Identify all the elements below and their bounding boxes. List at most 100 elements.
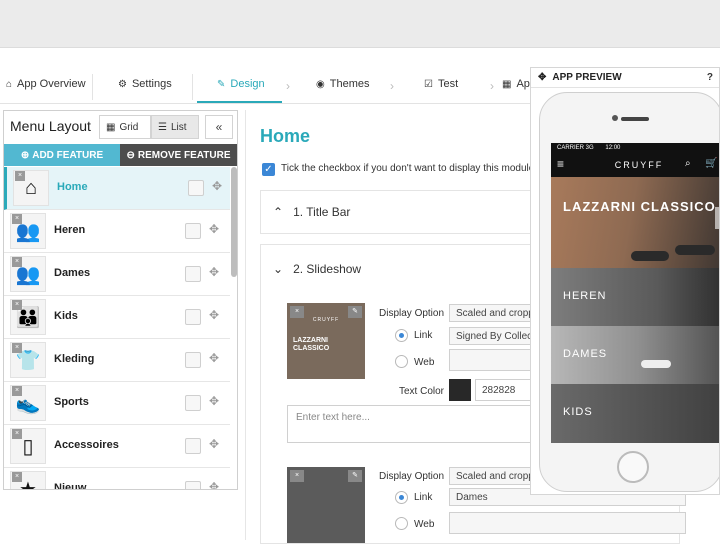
move-icon[interactable]: ✥ [538, 72, 546, 83]
link-label: Link [414, 492, 433, 503]
hide-checkbox[interactable] [185, 352, 201, 368]
tab-divider [192, 74, 193, 100]
delete-icon[interactable]: × [12, 257, 22, 267]
delete-icon[interactable]: × [12, 300, 22, 310]
search-icon[interactable]: ⌕ [685, 158, 691, 169]
list-item[interactable]: ▯ × Accessoires ✥ [4, 425, 230, 468]
hide-checkbox[interactable] [185, 438, 201, 454]
item-label: Nieuw [54, 482, 87, 490]
delete-icon[interactable]: × [12, 429, 22, 439]
banner-heren[interactable]: HEREN [551, 268, 719, 326]
scrollbar[interactable] [231, 167, 237, 277]
link-radio[interactable] [395, 329, 408, 342]
drag-handle-icon[interactable]: ✥ [209, 437, 219, 451]
drag-handle-icon[interactable]: ✥ [209, 308, 219, 322]
hide-checkbox[interactable] [185, 223, 201, 239]
section-header[interactable]: ⌄ 2. Slideshow [273, 262, 361, 276]
link-label: Link [414, 330, 433, 341]
hide-checkbox[interactable] [185, 266, 201, 282]
hide-checkbox[interactable] [185, 481, 201, 489]
list-item[interactable]: 👥 × Heren ✥ [4, 210, 230, 253]
collapse-panel-button[interactable]: « [205, 115, 233, 139]
banner-dames[interactable]: DAMES [551, 326, 719, 384]
drag-handle-icon[interactable]: ✥ [212, 179, 222, 193]
shoe-graphic [641, 360, 671, 368]
hide-checkbox[interactable] [185, 395, 201, 411]
tab-design[interactable]: ✎ Design [217, 78, 265, 90]
slide-brand: CRUYFF [312, 317, 340, 323]
delete-icon[interactable]: × [12, 214, 22, 224]
camera-icon [612, 115, 618, 121]
drag-handle-icon[interactable]: ✥ [209, 394, 219, 408]
tab-divider [92, 74, 93, 100]
app-preview-panel: ✥ APP PREVIEW ? CARRIER 3G 12:00 ≡ CRUYF… [530, 67, 720, 495]
tab-themes[interactable]: ◉ Themes [316, 78, 369, 90]
list-icon: ☰ [158, 121, 167, 133]
chevron-right-icon: › [286, 79, 290, 93]
minus-icon: ⊖ [126, 149, 135, 161]
edit-icon[interactable]: ✎ [348, 470, 362, 482]
hide-module-text: Tick the checkbox if you don't want to d… [281, 163, 535, 174]
banner-kids[interactable]: KIDS [551, 384, 719, 443]
chevron-right-icon: › [490, 79, 494, 93]
feature-list: ⌂ × Home ✥ 👥 × Heren ✥ 👥 × Dames ✥ 👪 × Kids … [4, 167, 230, 490]
double-chevron-left-icon: « [215, 120, 223, 134]
link-radio[interactable] [395, 491, 408, 504]
delete-icon[interactable]: × [12, 343, 22, 353]
speaker-icon [621, 117, 649, 121]
gear-icon: ⚙ [118, 78, 127, 90]
slide-caption: LAZZARNI CLASSICO [293, 337, 330, 352]
tab-settings[interactable]: ⚙ Settings [118, 78, 172, 90]
web-label: Web [414, 519, 435, 530]
slide-text-area[interactable]: Enter text here... [287, 405, 561, 443]
item-label: Kids [54, 310, 78, 322]
phone-home-button [617, 451, 649, 483]
delete-icon[interactable]: × [290, 470, 304, 482]
menu-layout-panel: Menu Layout ▦ Grid ☰ List « ⊕ ADD FEATURE ⊖… [3, 110, 238, 490]
chevron-right-icon[interactable]: › [715, 207, 719, 229]
drag-handle-icon[interactable]: ✥ [209, 222, 219, 236]
hide-module-checkbox[interactable]: ✓ [262, 163, 275, 176]
list-item[interactable]: 👕 × Kleding ✥ [4, 339, 230, 382]
home-icon: ⌂ [6, 78, 13, 90]
web-radio[interactable] [395, 355, 408, 368]
tab-test[interactable]: ☑ Test [424, 78, 458, 90]
drag-handle-icon[interactable]: ✥ [209, 480, 219, 489]
pencil-icon: ✎ [217, 78, 226, 90]
chevron-up-icon: ⌃ [273, 205, 284, 219]
list-item[interactable]: 👪 × Kids ✥ [4, 296, 230, 339]
slide-image[interactable]: × ✎ CRUYFF LAZZARNI CLASSICO [287, 303, 365, 379]
web-radio[interactable] [395, 517, 408, 530]
status-bar: CARRIER 3G 12:00 [551, 143, 719, 153]
app-preview-header[interactable]: ✥ APP PREVIEW [531, 68, 719, 88]
list-item[interactable]: 👥 × Dames ✥ [4, 253, 230, 296]
app-preview-title: APP PREVIEW [552, 72, 622, 83]
slide-image[interactable]: × ✎ [287, 467, 365, 543]
drag-handle-icon[interactable]: ✥ [209, 265, 219, 279]
page-title: Home [260, 126, 311, 146]
help-icon[interactable]: ? [707, 72, 713, 83]
grid-icon: ▦ [106, 121, 116, 133]
delete-icon[interactable]: × [12, 472, 22, 482]
plus-icon: ⊕ [20, 149, 30, 161]
text-color-input[interactable]: 282828 [475, 379, 533, 401]
delete-icon[interactable]: × [15, 171, 25, 181]
list-item[interactable]: ⌂ × Home ✥ [4, 167, 230, 210]
remove-feature-button[interactable]: ⊖ REMOVE FEATURE [120, 144, 237, 166]
add-feature-button[interactable]: ⊕ ADD FEATURE [4, 144, 120, 166]
hide-checkbox[interactable] [188, 180, 204, 196]
grid-view-button[interactable]: ▦ Grid [99, 115, 151, 139]
list-item[interactable]: ★ × Nieuw ✥ [4, 468, 230, 490]
banner-lazzarni[interactable]: LAZZARNI CLASSICO › [551, 177, 719, 268]
cart-icon[interactable]: 🛒 [705, 158, 717, 169]
item-label: Accessoires [54, 439, 119, 451]
list-view-button[interactable]: ☰ List [151, 115, 199, 139]
drag-handle-icon[interactable]: ✥ [209, 351, 219, 365]
list-item[interactable]: 👟 × Sports ✥ [4, 382, 230, 425]
text-color-swatch[interactable] [449, 379, 471, 401]
hide-checkbox[interactable] [185, 309, 201, 325]
web-url-input[interactable] [449, 512, 686, 534]
delete-icon[interactable]: × [12, 386, 22, 396]
section-header[interactable]: ⌃ 1. Title Bar [273, 205, 350, 219]
tab-app-overview[interactable]: ⌂ App Overview [6, 78, 86, 90]
